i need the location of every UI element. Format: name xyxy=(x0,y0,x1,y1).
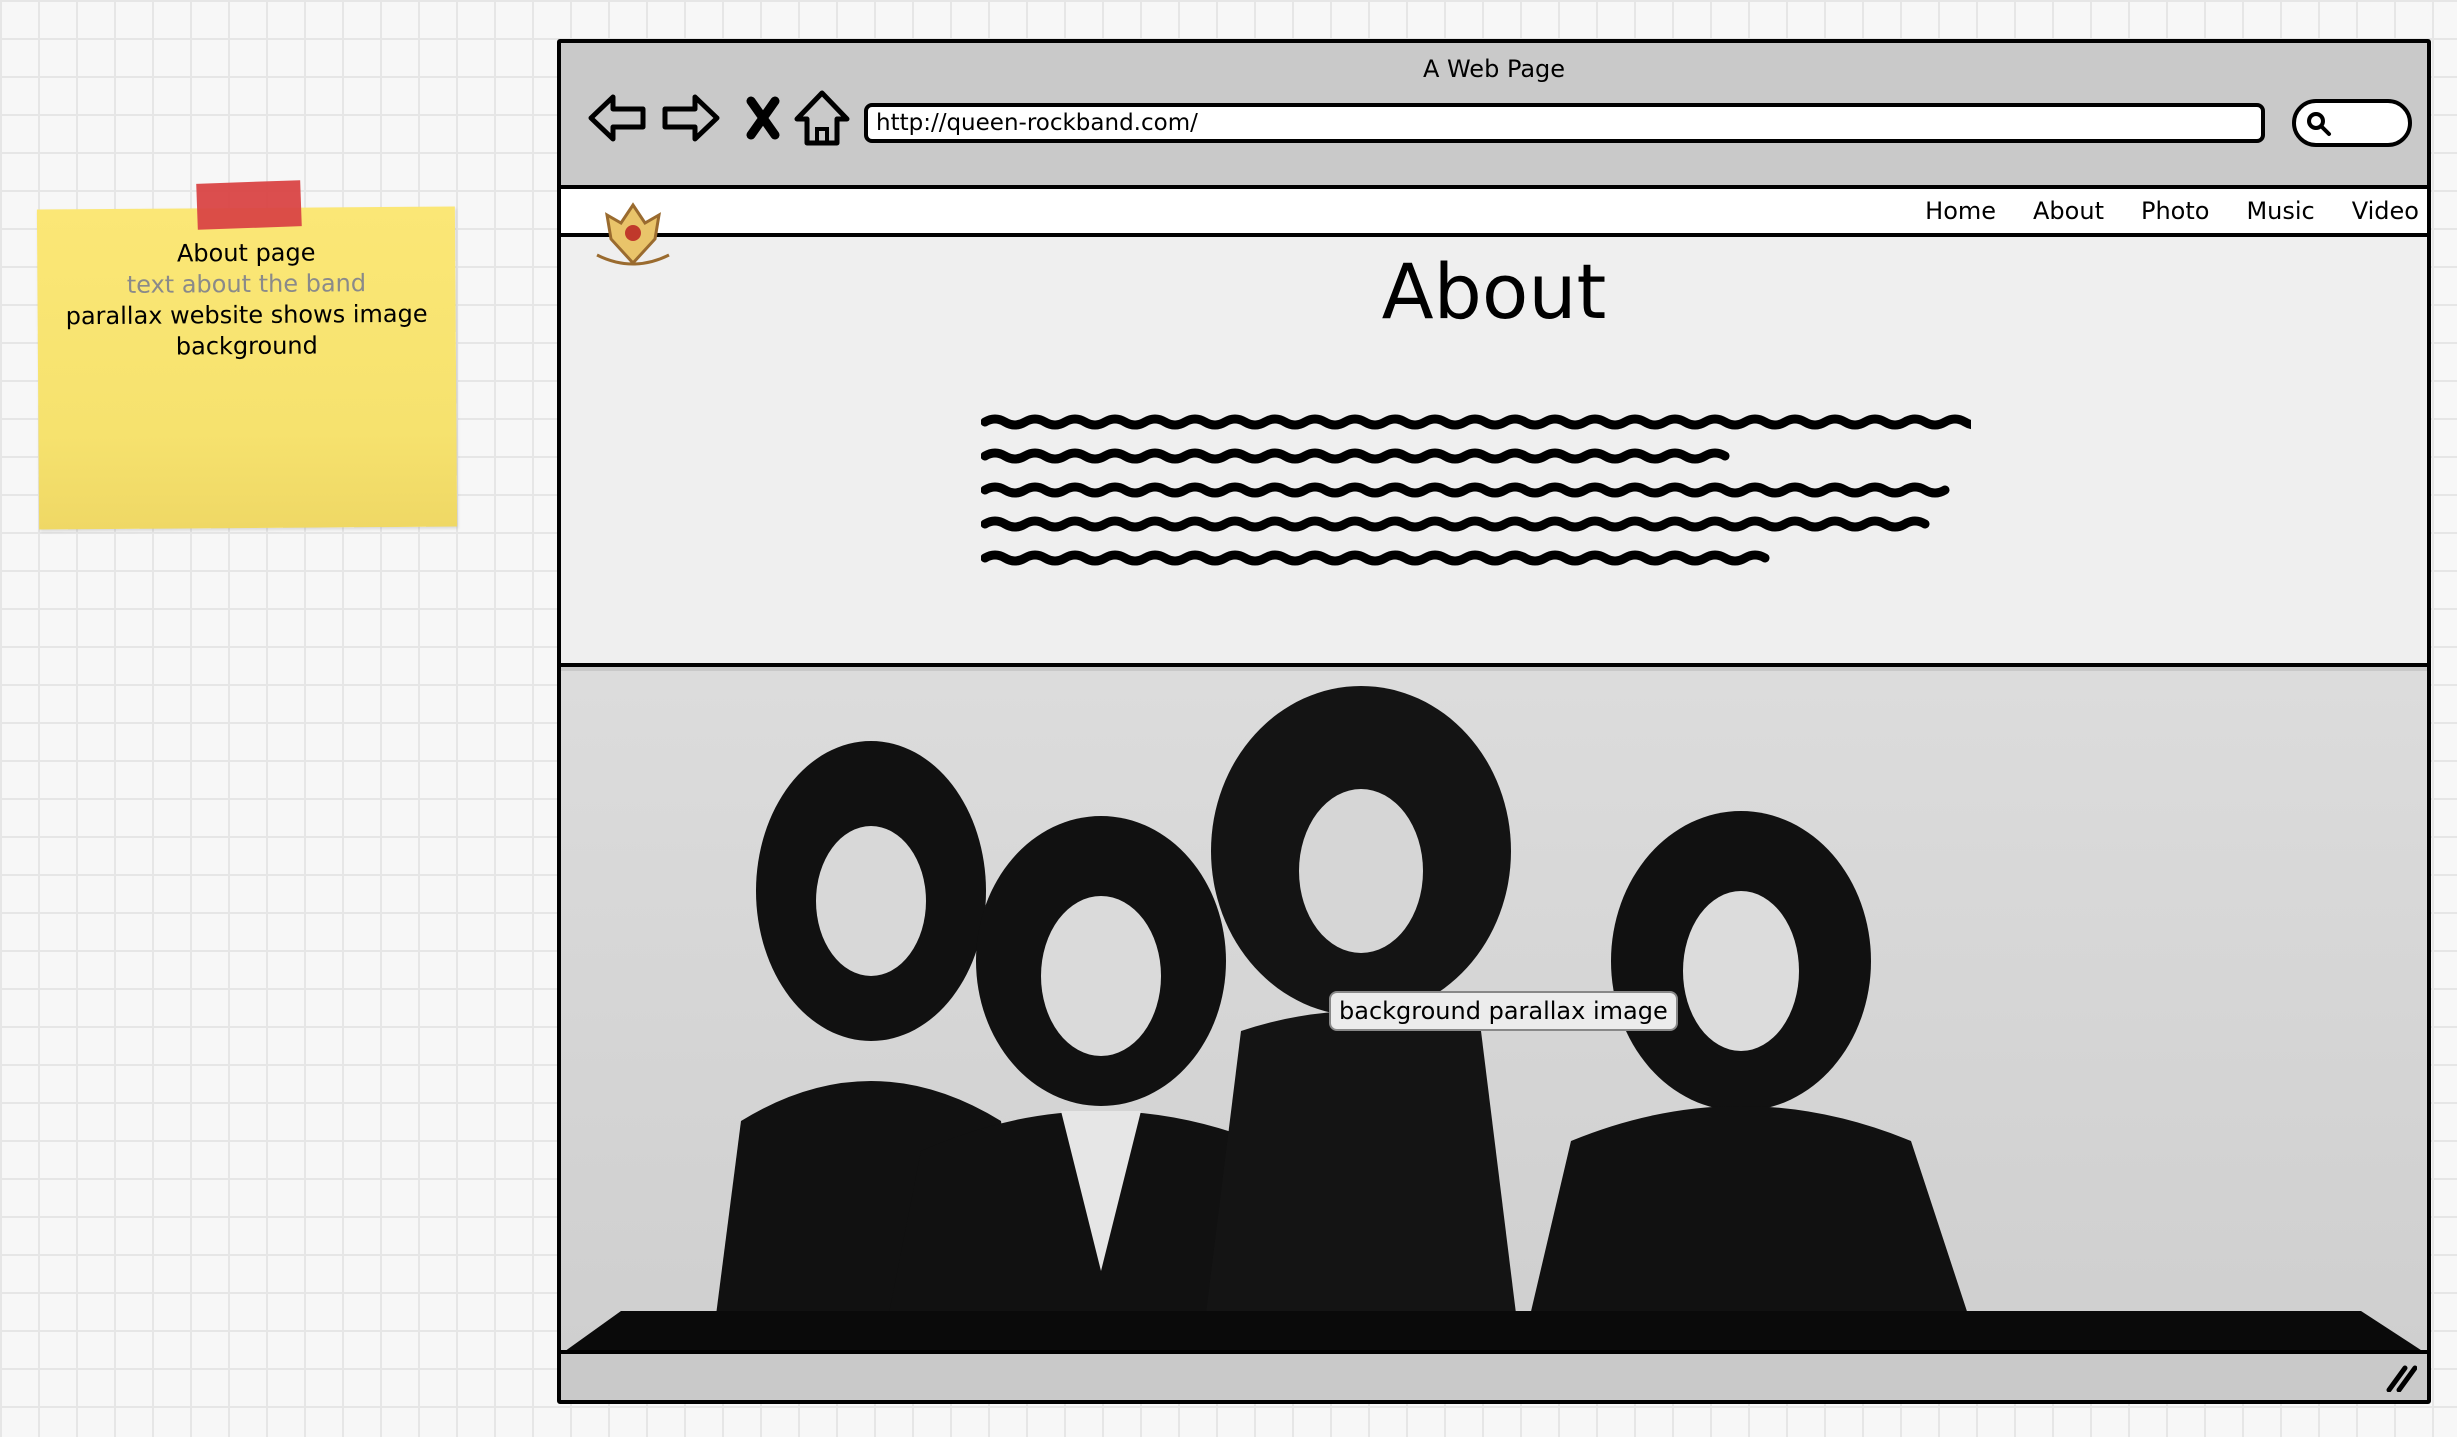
status-bar xyxy=(561,1354,2427,1398)
nav-item-home[interactable]: Home xyxy=(1925,197,1996,225)
search-icon xyxy=(2307,112,2331,136)
sticky-line-description-2: background xyxy=(175,331,318,361)
web-page-content: Home About Photo Music Video About backg… xyxy=(561,185,2427,1398)
about-section: About xyxy=(561,237,2427,667)
band-member-4 xyxy=(1521,811,1980,1350)
nav-item-about[interactable]: About xyxy=(2033,197,2104,225)
site-navbar: Home About Photo Music Video xyxy=(561,185,2427,237)
sticky-tape xyxy=(196,180,302,230)
sticky-line-title: About page xyxy=(176,238,316,268)
nav-item-video[interactable]: Video xyxy=(2352,197,2419,225)
browser-window: A Web Page http://queen-rockband.com/ Ho… xyxy=(557,39,2431,1404)
parallax-background-image: background parallax image xyxy=(561,671,2427,1354)
search-field[interactable] xyxy=(2292,99,2412,147)
window-title: A Web Page xyxy=(1422,55,1566,83)
sticky-line-subtitle: text about the band xyxy=(126,269,367,299)
about-heading: About xyxy=(1381,247,1607,336)
image-callout-label: background parallax image xyxy=(1329,991,1678,1031)
sticky-note: About page text about the band parallax … xyxy=(36,206,458,530)
back-arrow-icon[interactable] xyxy=(585,85,651,151)
nav-item-photo[interactable]: Photo xyxy=(2141,197,2209,225)
nav-item-music[interactable]: Music xyxy=(2246,197,2314,225)
forward-arrow-icon[interactable] xyxy=(657,85,723,151)
band-crest-logo xyxy=(596,202,670,266)
resize-handle-icon[interactable] xyxy=(2385,1364,2417,1392)
url-input[interactable]: http://queen-rockband.com/ xyxy=(864,103,2265,143)
sticky-line-description: parallax website shows image xyxy=(65,299,428,331)
home-icon[interactable] xyxy=(789,85,855,151)
placeholder-text-block xyxy=(981,414,1971,566)
close-icon[interactable] xyxy=(731,85,797,151)
